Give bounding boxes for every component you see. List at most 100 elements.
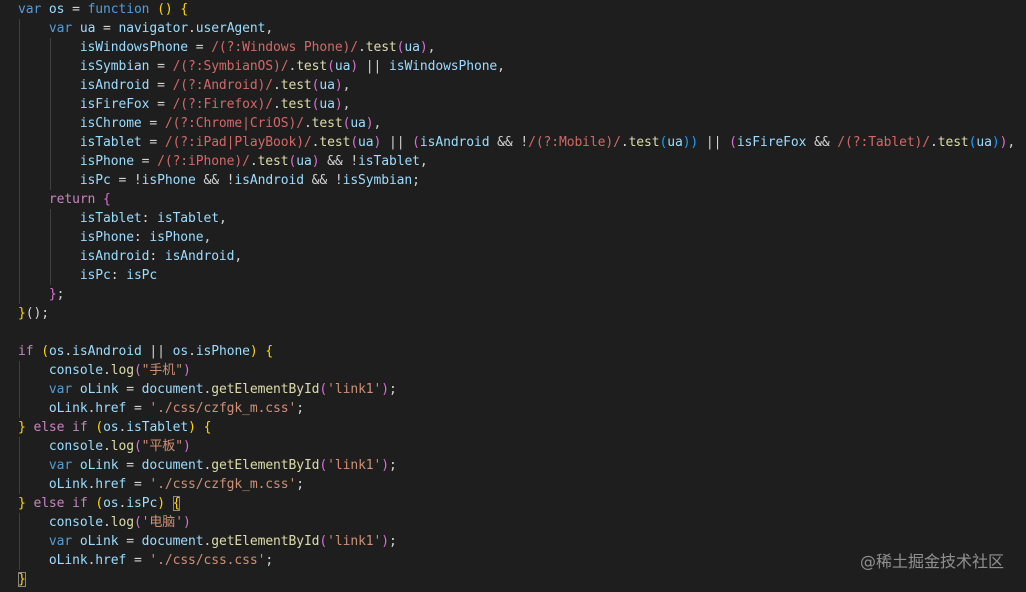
code-line: isChrome = /(?:Chrome|CriOS)/.test(ua), [18, 114, 382, 133]
code-line: var ua = navigator.userAgent, [18, 19, 273, 38]
code-line: isAndroid = /(?:Android)/.test(ua), [18, 76, 351, 95]
code-token: isTablet [79, 211, 142, 226]
code-token: = [64, 2, 88, 17]
code-token: ( [41, 344, 49, 359]
code-line: isTablet = /(?:iPad|PlayBook)/.test(ua) … [18, 133, 1015, 152]
code-line: isSymbian = /(?:SymbianOS)/.test(ua) || … [18, 57, 505, 76]
code-token: isFireFox [79, 97, 150, 112]
code-token: isFireFox [736, 135, 807, 150]
code-token: , [265, 21, 274, 36]
code-token: ; [41, 306, 49, 321]
code-token: log [110, 363, 134, 378]
code-token: ) [182, 363, 191, 378]
code-line: oLink.href = './css/css.css'; [18, 551, 273, 570]
code-token: . [303, 116, 312, 131]
code-token: isTablet [79, 135, 142, 150]
code-line: isAndroid: isAndroid, [18, 247, 242, 266]
code-token: /(?:SymbianOS)/ [172, 59, 289, 74]
code-token: isTablet [358, 154, 420, 169]
code-token: , [342, 78, 351, 93]
code-line: return { [18, 190, 111, 209]
code-token: './css/czfgk_m.css' [149, 477, 297, 492]
code-token: isPhone [195, 344, 250, 359]
code-token: oLink [48, 477, 88, 492]
code-token: isPc [79, 268, 111, 283]
code-token: else [33, 496, 65, 511]
code-token: { [172, 496, 181, 511]
code-token: isPhone [149, 230, 204, 245]
code-token: ua [976, 135, 992, 150]
code-token: function [87, 2, 150, 17]
code-token: ; [265, 553, 274, 568]
code-token: test [257, 154, 289, 169]
code-token: ) [157, 496, 165, 511]
code-token: var [18, 2, 42, 17]
code-line: var oLink = document.getElementById('lin… [18, 532, 397, 551]
code-line: isPhone = /(?:iPhone)/.test(ua) && !isTa… [18, 152, 428, 171]
code-token: } [18, 420, 26, 435]
code-token: ) [188, 420, 196, 435]
code-token: ( [327, 59, 335, 74]
code-token: ; [412, 173, 420, 188]
code-token: './css/czfgk_m.css' [149, 401, 297, 416]
code-token: . [103, 363, 111, 378]
code-token: return [48, 192, 96, 207]
code-token: : [141, 211, 158, 226]
code-line: } else if (os.isTablet) { [18, 418, 211, 437]
code-token: getElementById [211, 382, 320, 397]
code-token: test [311, 116, 343, 131]
code-token: = ! [110, 173, 142, 188]
code-token: isChrome [79, 116, 142, 131]
code-token: () [25, 306, 42, 321]
code-token: oLink [48, 553, 88, 568]
code-token: 'link1' [327, 458, 382, 473]
code-line: oLink.href = './css/czfgk_m.css'; [18, 475, 304, 494]
code-token: isAndroid [164, 249, 235, 264]
code-token: if [72, 496, 88, 511]
code-token: ua [334, 59, 351, 74]
code-token: ( [319, 382, 328, 397]
code-token: "平板" [141, 439, 183, 454]
code-line: isWindowsPhone = /(?:Windows Phone)/.tes… [18, 38, 436, 57]
code-token: , [419, 154, 428, 169]
code-line: isFireFox = /(?:Firefox)/.test(ua), [18, 95, 351, 114]
code-token: : [133, 230, 150, 245]
code-token: ) [182, 439, 191, 454]
code-token: ua [404, 40, 420, 55]
code-token: )) [682, 135, 699, 150]
code-token: var [48, 382, 73, 397]
code-token: /(?:Chrome|CriOS)/ [164, 116, 304, 131]
code-line: var oLink = document.getElementById('lin… [18, 456, 397, 475]
code-editor[interactable]: var os = function () { var ua = navigato… [0, 0, 1026, 592]
code-token: && ! [489, 135, 529, 150]
code-token: test [280, 78, 312, 93]
code-token: /(?:Firefox)/ [172, 97, 274, 112]
code-token: /(?:Android)/ [172, 78, 274, 93]
code-token: console [48, 515, 104, 530]
code-line: } else if (os.isPc) { [18, 494, 180, 513]
code-token: var [48, 534, 73, 549]
code-token: . [103, 515, 111, 530]
code-token: oLink [79, 534, 119, 549]
code-token: isAndroid [79, 249, 150, 264]
code-token: ( [319, 534, 328, 549]
code-token: , [234, 249, 243, 264]
code-token: ua [667, 135, 683, 150]
code-token: if [18, 344, 34, 359]
code-token: ( [133, 363, 142, 378]
code-token: isSymbian [342, 173, 413, 188]
code-token: . [188, 21, 196, 36]
code-token: log [110, 439, 134, 454]
code-token: && [806, 135, 838, 150]
code-token: ) [381, 458, 389, 473]
